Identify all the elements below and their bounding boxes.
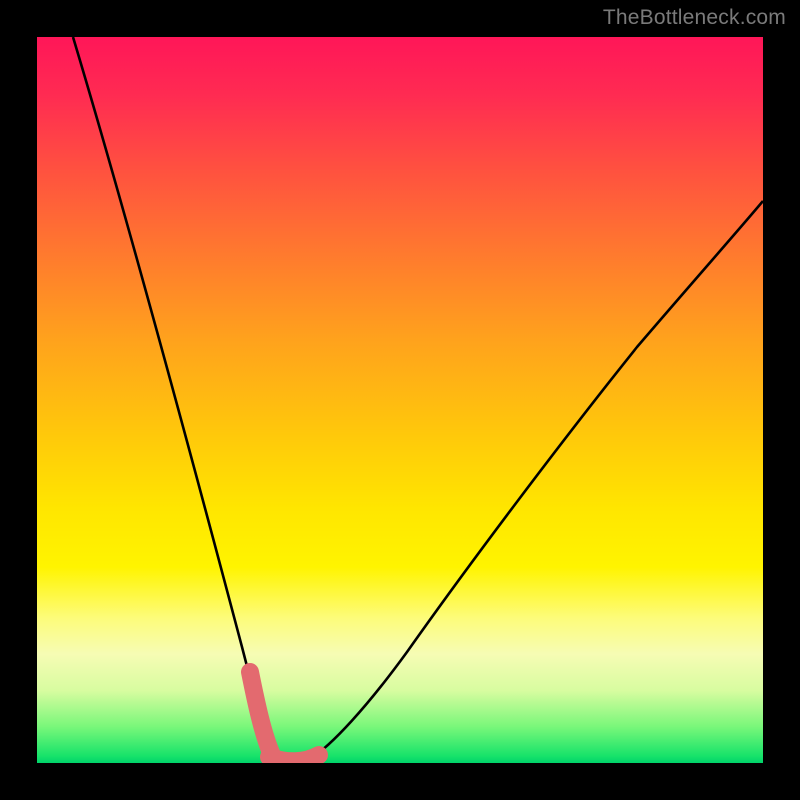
plot-area xyxy=(37,37,763,763)
bottleneck-curve xyxy=(73,37,763,762)
highlight-bottom xyxy=(269,755,319,761)
highlight-left xyxy=(250,672,272,755)
watermark-text: TheBottleneck.com xyxy=(603,6,786,30)
curve-layer xyxy=(37,37,763,763)
